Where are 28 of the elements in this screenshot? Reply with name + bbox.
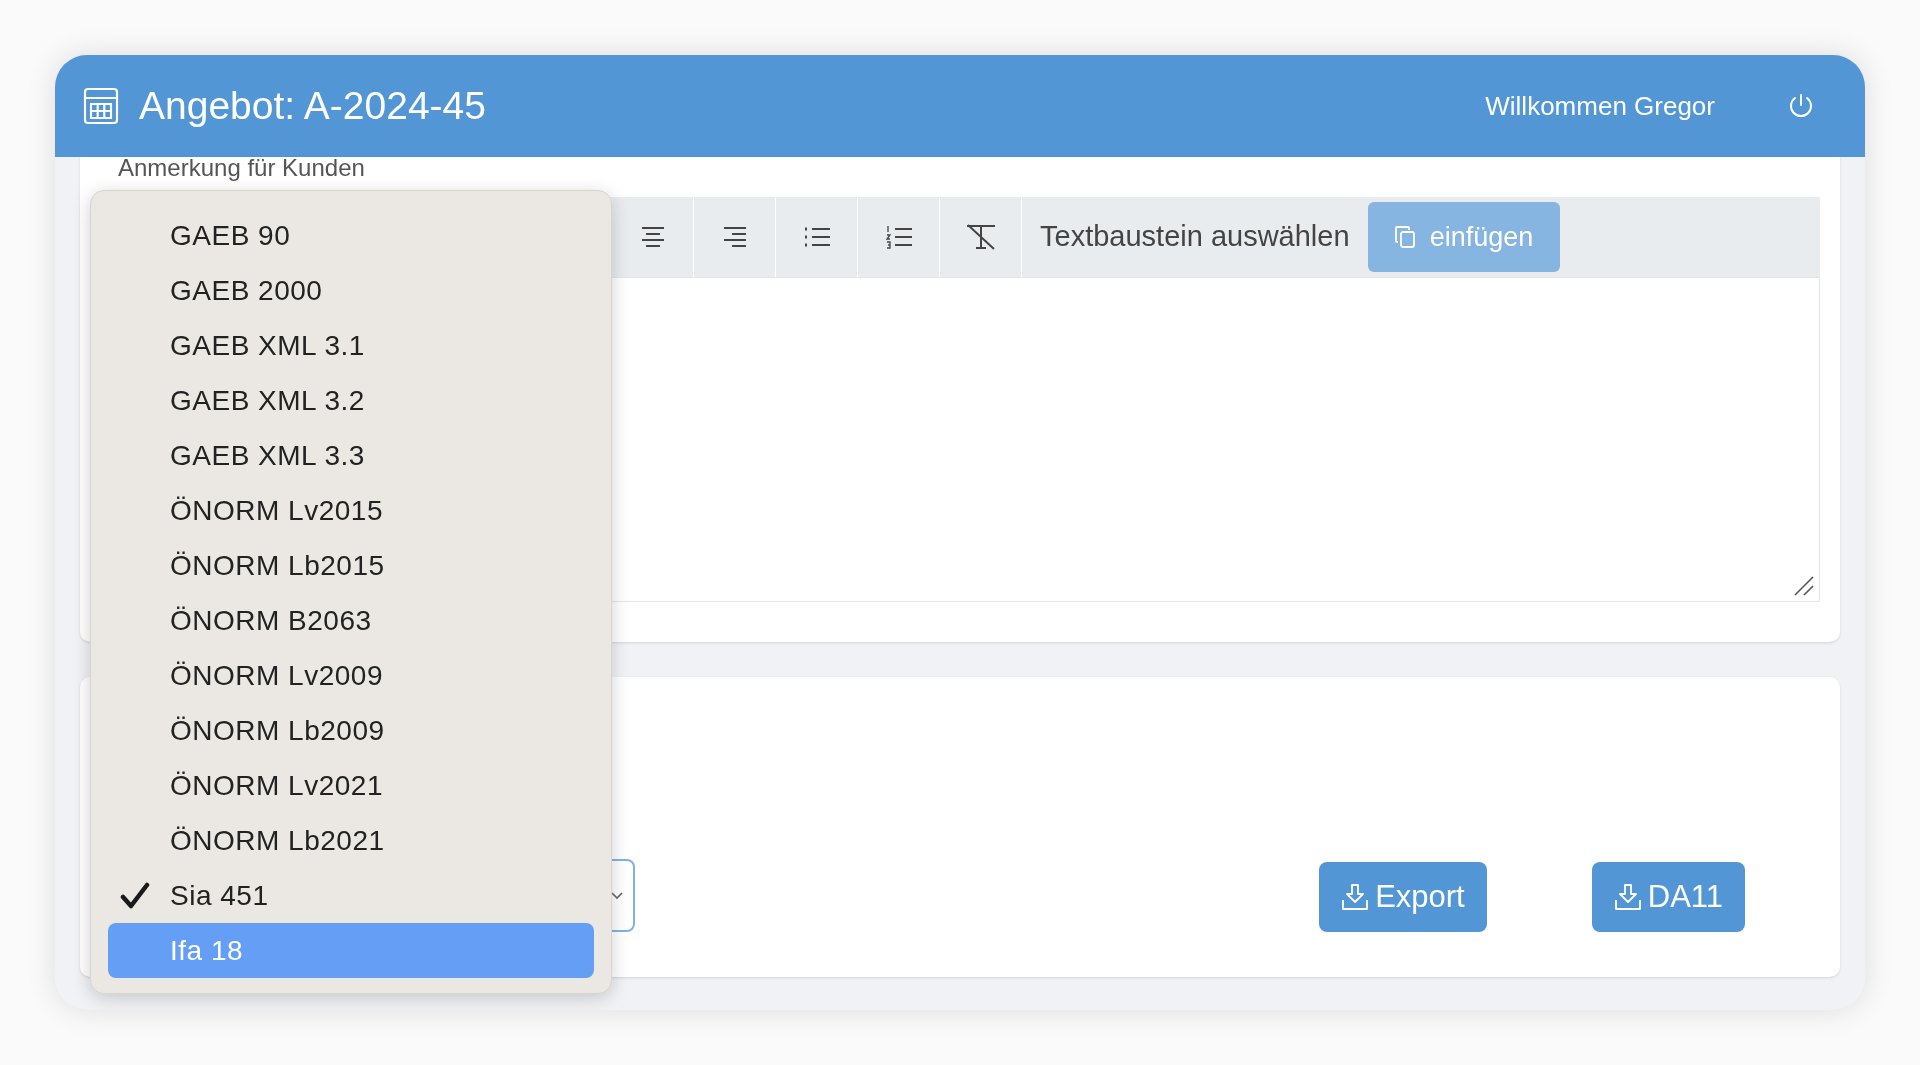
chevron-down-icon xyxy=(611,891,623,900)
download-icon xyxy=(1613,883,1642,911)
dropdown-option[interactable]: ÖNORM Lv2021 xyxy=(108,758,594,813)
calculator-icon xyxy=(83,87,119,125)
snippet-select[interactable]: Textbaustein auswählen xyxy=(1040,202,1368,272)
dropdown-option[interactable]: GAEB XML 3.3 xyxy=(108,428,594,483)
dropdown-option[interactable]: GAEB 90 xyxy=(108,208,594,263)
power-icon xyxy=(1787,92,1815,120)
align-center-icon xyxy=(639,226,666,248)
bullet-list-icon xyxy=(802,226,831,248)
download-icon xyxy=(1341,883,1370,911)
page-title: Angebot: A-2024-45 xyxy=(139,82,486,129)
numbered-list-icon xyxy=(884,225,913,249)
dropdown-option[interactable]: Sia 451 xyxy=(108,868,594,923)
dropdown-option[interactable]: ÖNORM B2063 xyxy=(108,593,594,648)
dropdown-option[interactable]: ÖNORM Lv2015 xyxy=(108,483,594,538)
dropdown-option[interactable]: ÖNORM Lb2021 xyxy=(108,813,594,868)
align-right-icon xyxy=(721,226,748,248)
note-label: Anmerkung für Kunden xyxy=(118,157,365,179)
dropdown-option[interactable]: GAEB XML 3.2 xyxy=(108,373,594,428)
dropdown-option[interactable]: GAEB 2000 xyxy=(108,263,594,318)
copy-icon xyxy=(1393,225,1416,249)
dropdown-option[interactable]: GAEB XML 3.1 xyxy=(108,318,594,373)
dropdown-option[interactable]: ÖNORM Lv2009 xyxy=(108,648,594,703)
welcome-text: Willkommen Gregor xyxy=(1485,89,1715,123)
dropdown-option[interactable]: ÖNORM Lb2015 xyxy=(108,538,594,593)
resize-handle-icon[interactable] xyxy=(1793,575,1815,597)
dropdown-option[interactable]: ÖNORM Lb2009 xyxy=(108,703,594,758)
